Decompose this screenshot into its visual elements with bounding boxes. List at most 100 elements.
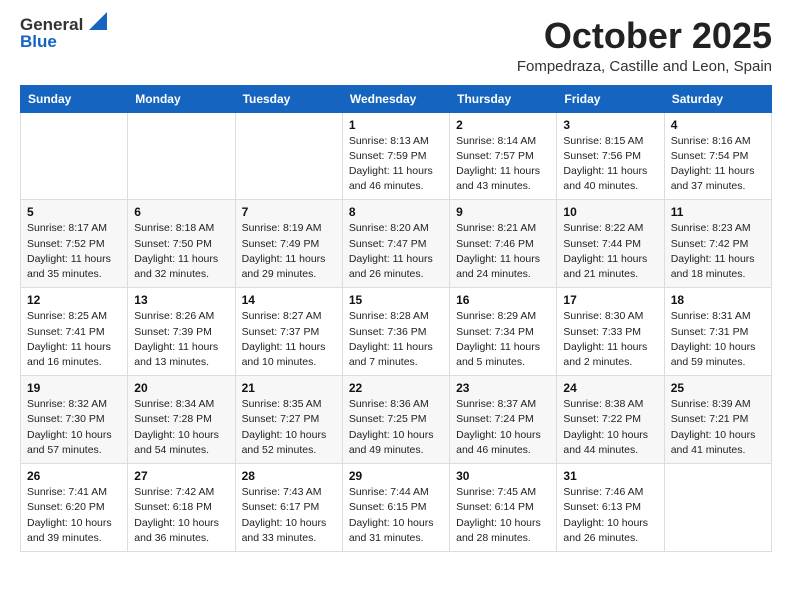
day-info: Sunrise: 8:30 AMSunset: 7:33 PMDaylight:…: [563, 309, 657, 370]
day-cell: 6 Sunrise: 8:18 AMSunset: 7:50 PMDaylight…: [128, 200, 235, 288]
day-info: Sunrise: 7:44 AMSunset: 6:15 PMDaylight:…: [349, 485, 443, 546]
day-info: Sunrise: 8:36 AMSunset: 7:25 PMDaylight:…: [349, 397, 443, 458]
col-tuesday: Tuesday: [235, 85, 342, 112]
day-info: Sunrise: 8:18 AMSunset: 7:50 PMDaylight:…: [134, 221, 228, 282]
day-info: Sunrise: 8:23 AMSunset: 7:42 PMDaylight:…: [671, 221, 765, 282]
day-info: Sunrise: 7:46 AMSunset: 6:13 PMDaylight:…: [563, 485, 657, 546]
subtitle: Fompedraza, Castille and Leon, Spain: [517, 58, 772, 75]
day-cell: 5Sunrise: 8:17 AMSunset: 7:52 PMDaylight…: [21, 200, 128, 288]
day-cell: 15 Sunrise: 8:28 AMSunset: 7:36 PMDayligh…: [342, 288, 449, 376]
day-info: Sunrise: 8:25 AMSunset: 7:41 PMDaylight:…: [27, 309, 121, 370]
day-cell: 20 Sunrise: 8:34 AMSunset: 7:28 PMDayligh…: [128, 376, 235, 464]
page: General Blue October 2025 Fompedraza, Ca…: [0, 0, 792, 612]
day-number: 2: [456, 118, 550, 132]
day-number: 27: [134, 469, 228, 483]
day-number: 26: [27, 469, 121, 483]
header: General Blue October 2025 Fompedraza, Ca…: [20, 16, 772, 75]
day-cell: 23Sunrise: 8:37 AMSunset: 7:24 PMDayligh…: [450, 376, 557, 464]
day-info: Sunrise: 7:42 AMSunset: 6:18 PMDaylight:…: [134, 485, 228, 546]
day-number: 19: [27, 381, 121, 395]
day-cell: 1 Sunrise: 8:13 AMSunset: 7:59 PMDaylight…: [342, 112, 449, 200]
day-info: Sunrise: 8:16 AMSunset: 7:54 PMDaylight:…: [671, 134, 765, 195]
header-row: Sunday Monday Tuesday Wednesday Thursday…: [21, 85, 772, 112]
day-cell: 19Sunrise: 8:32 AMSunset: 7:30 PMDayligh…: [21, 376, 128, 464]
day-number: 6: [134, 205, 228, 219]
day-number: 20: [134, 381, 228, 395]
day-number: 17: [563, 293, 657, 307]
day-info: Sunrise: 8:39 AMSunset: 7:21 PMDaylight:…: [671, 397, 765, 458]
col-sunday: Sunday: [21, 85, 128, 112]
day-cell: 12 Sunrise: 8:25 AMSunset: 7:41 PMDayligh…: [21, 288, 128, 376]
col-saturday: Saturday: [664, 85, 771, 112]
day-number: 12: [27, 293, 121, 307]
day-cell: 29Sunrise: 7:44 AMSunset: 6:15 PMDayligh…: [342, 464, 449, 552]
day-cell: 18 Sunrise: 8:31 AMSunset: 7:31 PMDayligh…: [664, 288, 771, 376]
day-number: 15: [349, 293, 443, 307]
day-number: 30: [456, 469, 550, 483]
day-number: 22: [349, 381, 443, 395]
day-cell: 31 Sunrise: 7:46 AMSunset: 6:13 PMDayligh…: [557, 464, 664, 552]
day-number: 7: [242, 205, 336, 219]
day-info: Sunrise: 7:41 AMSunset: 6:20 PMDaylight:…: [27, 485, 121, 546]
day-info: Sunrise: 8:28 AMSunset: 7:36 PMDaylight:…: [349, 309, 443, 370]
day-info: Sunrise: 8:34 AMSunset: 7:28 PMDaylight:…: [134, 397, 228, 458]
day-cell: 9 Sunrise: 8:21 AMSunset: 7:46 PMDaylight…: [450, 200, 557, 288]
day-number: 3: [563, 118, 657, 132]
day-cell: [235, 112, 342, 200]
day-info: Sunrise: 7:45 AMSunset: 6:14 PMDaylight:…: [456, 485, 550, 546]
day-info: Sunrise: 8:38 AMSunset: 7:22 PMDaylight:…: [563, 397, 657, 458]
day-number: 11: [671, 205, 765, 219]
day-cell: [128, 112, 235, 200]
day-number: 25: [671, 381, 765, 395]
day-info: Sunrise: 8:35 AMSunset: 7:27 PMDaylight:…: [242, 397, 336, 458]
day-info: Sunrise: 7:43 AMSunset: 6:17 PMDaylight:…: [242, 485, 336, 546]
day-info: Sunrise: 8:31 AMSunset: 7:31 PMDaylight:…: [671, 309, 765, 370]
day-info: Sunrise: 8:26 AMSunset: 7:39 PMDaylight:…: [134, 309, 228, 370]
day-info: Sunrise: 8:21 AMSunset: 7:46 PMDaylight:…: [456, 221, 550, 282]
day-cell: [21, 112, 128, 200]
day-cell: 14Sunrise: 8:27 AMSunset: 7:37 PMDayligh…: [235, 288, 342, 376]
day-cell: 30 Sunrise: 7:45 AMSunset: 6:14 PMDayligh…: [450, 464, 557, 552]
day-cell: 8 Sunrise: 8:20 AMSunset: 7:47 PMDaylight…: [342, 200, 449, 288]
day-cell: 25 Sunrise: 8:39 AMSunset: 7:21 PMDayligh…: [664, 376, 771, 464]
day-cell: 27 Sunrise: 7:42 AMSunset: 6:18 PMDayligh…: [128, 464, 235, 552]
col-thursday: Thursday: [450, 85, 557, 112]
week-row-1: 5Sunrise: 8:17 AMSunset: 7:52 PMDaylight…: [21, 200, 772, 288]
day-info: Sunrise: 8:13 AMSunset: 7:59 PMDaylight:…: [349, 134, 443, 195]
day-cell: 24 Sunrise: 8:38 AMSunset: 7:22 PMDayligh…: [557, 376, 664, 464]
day-number: 31: [563, 469, 657, 483]
day-cell: 28 Sunrise: 7:43 AMSunset: 6:17 PMDayligh…: [235, 464, 342, 552]
day-cell: 26 Sunrise: 7:41 AMSunset: 6:20 PMDayligh…: [21, 464, 128, 552]
day-number: 23: [456, 381, 550, 395]
month-title: October 2025: [517, 16, 772, 56]
day-info: Sunrise: 8:29 AMSunset: 7:34 PMDaylight:…: [456, 309, 550, 370]
day-number: 18: [671, 293, 765, 307]
logo-triangle-icon: [85, 12, 107, 34]
day-info: Sunrise: 8:14 AMSunset: 7:57 PMDaylight:…: [456, 134, 550, 195]
day-number: 13: [134, 293, 228, 307]
col-wednesday: Wednesday: [342, 85, 449, 112]
day-number: 28: [242, 469, 336, 483]
calendar-table: Sunday Monday Tuesday Wednesday Thursday…: [20, 85, 772, 552]
day-number: 5: [27, 205, 121, 219]
title-block: October 2025 Fompedraza, Castille and Le…: [517, 16, 772, 75]
day-cell: 13 Sunrise: 8:26 AMSunset: 7:39 PMDayligh…: [128, 288, 235, 376]
day-cell: 21Sunrise: 8:35 AMSunset: 7:27 PMDayligh…: [235, 376, 342, 464]
day-cell: 10Sunrise: 8:22 AMSunset: 7:44 PMDayligh…: [557, 200, 664, 288]
logo: General Blue: [20, 16, 107, 51]
day-cell: 7 Sunrise: 8:19 AMSunset: 7:49 PMDaylight…: [235, 200, 342, 288]
day-cell: [664, 464, 771, 552]
day-info: Sunrise: 8:19 AMSunset: 7:49 PMDaylight:…: [242, 221, 336, 282]
col-monday: Monday: [128, 85, 235, 112]
day-number: 14: [242, 293, 336, 307]
col-friday: Friday: [557, 85, 664, 112]
day-info: Sunrise: 8:20 AMSunset: 7:47 PMDaylight:…: [349, 221, 443, 282]
day-number: 24: [563, 381, 657, 395]
day-cell: 16Sunrise: 8:29 AMSunset: 7:34 PMDayligh…: [450, 288, 557, 376]
day-number: 1: [349, 118, 443, 132]
day-cell: 11 Sunrise: 8:23 AMSunset: 7:42 PMDayligh…: [664, 200, 771, 288]
day-number: 9: [456, 205, 550, 219]
day-number: 4: [671, 118, 765, 132]
day-number: 8: [349, 205, 443, 219]
day-info: Sunrise: 8:15 AMSunset: 7:56 PMDaylight:…: [563, 134, 657, 195]
